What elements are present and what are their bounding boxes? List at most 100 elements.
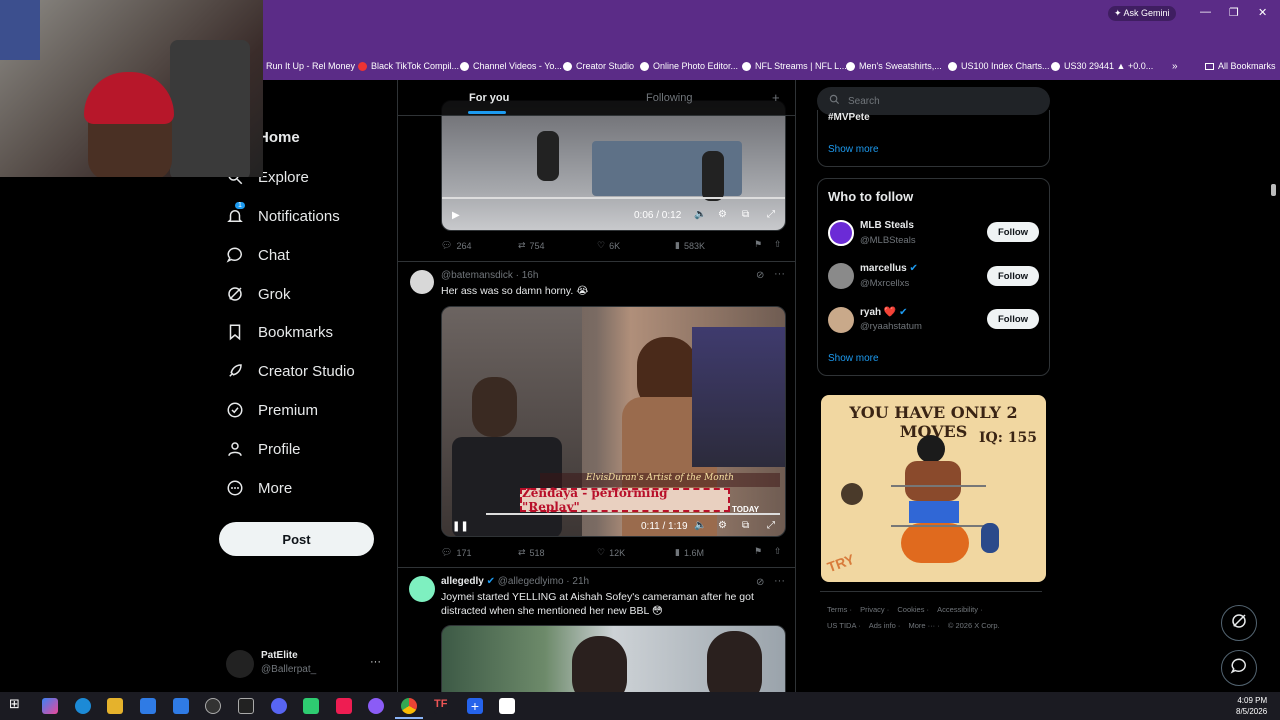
bookmark-icon[interactable]: ⚑	[754, 546, 762, 557]
trend-item[interactable]: #MVPete	[828, 112, 870, 123]
mail-icon[interactable]	[173, 698, 189, 714]
minimize-icon[interactable]: —	[1200, 6, 1211, 18]
like-button[interactable]: ♡ 6K	[597, 240, 620, 251]
grok-icon[interactable]: ⊘	[756, 577, 764, 588]
nav-item-bookmarks[interactable]: Bookmarks	[226, 323, 333, 341]
footer-link[interactable]: US TIDA	[827, 621, 856, 630]
follow-button[interactable]: Follow	[987, 222, 1039, 242]
follow-button[interactable]: Follow	[987, 309, 1039, 329]
grok-fab-button[interactable]	[1221, 605, 1257, 641]
nav-item-grok[interactable]: Grok	[226, 285, 291, 303]
grok-icon[interactable]: ⊘	[756, 270, 764, 281]
tweet-video[interactable]: ▶ 0:06 / 0:12 🔈 ⚙ ⧉ ⤢	[441, 100, 786, 231]
taskbar-clock[interactable]: 4:09 PM 8/5/2026	[1236, 695, 1267, 717]
nav-item-more[interactable]: More	[226, 479, 292, 497]
chrome-icon[interactable]	[401, 698, 417, 714]
bookmark-item[interactable]: US100 Index Charts...	[948, 61, 1050, 71]
epic-games-icon[interactable]	[238, 698, 254, 714]
show-more-link[interactable]: Show more	[828, 353, 879, 364]
bookmark-item[interactable]: Channel Videos - Yo...	[460, 61, 562, 71]
avatar[interactable]	[828, 263, 854, 289]
close-icon[interactable]: ✕	[1258, 6, 1267, 19]
bookmark-icon[interactable]: ⚑	[754, 239, 762, 250]
avatar[interactable]	[409, 576, 435, 602]
suggestion-name[interactable]: MLB Steals	[860, 220, 914, 231]
footer-link[interactable]: Terms	[827, 605, 847, 614]
bookmark-item[interactable]: Men's Sweatshirts,...	[846, 61, 942, 71]
post-button[interactable]: Post	[219, 522, 374, 556]
footer-link[interactable]: Cookies	[897, 605, 924, 614]
store-icon[interactable]	[140, 698, 156, 714]
views-button[interactable]: ▮ 583K	[675, 240, 705, 251]
app-icon[interactable]	[303, 698, 319, 714]
tweet-author[interactable]: allegedly ✔ @allegedlyimo · 21h	[441, 576, 589, 587]
bookmark-item[interactable]: Online Photo Editor...	[640, 61, 738, 71]
discord-icon[interactable]	[271, 698, 287, 714]
fullscreen-icon[interactable]: ⤢	[767, 209, 775, 220]
app-icon[interactable]: +	[467, 698, 483, 714]
play-icon[interactable]: ▶	[452, 210, 460, 221]
video-progress[interactable]	[442, 197, 785, 199]
tab-for-you[interactable]: For you	[469, 92, 509, 104]
tweet-video[interactable]	[441, 625, 786, 692]
windows-start-icon[interactable]: ⊞	[9, 696, 25, 712]
account-switcher[interactable]: PatElite @Ballerpat_ ···	[226, 648, 386, 680]
nav-item-chat[interactable]: Chat	[226, 246, 290, 264]
nav-item-premium[interactable]: Premium	[226, 401, 318, 419]
avatar[interactable]	[828, 220, 854, 246]
reply-button[interactable]: 💬︎ 171	[441, 547, 471, 558]
all-bookmarks-item[interactable]: All Bookmarks	[1205, 61, 1276, 71]
suggestion-name[interactable]: marcellus ✔	[860, 263, 918, 274]
follow-button[interactable]: Follow	[987, 266, 1039, 286]
add-tab-button[interactable]: +	[772, 90, 780, 105]
bookmark-item[interactable]: NFL Streams | NFL L...	[742, 61, 847, 71]
bookmark-item[interactable]: Black TikTok Compil...	[358, 61, 459, 71]
footer-link[interactable]: More ···	[909, 621, 936, 630]
volume-icon[interactable]: 🔈	[694, 209, 706, 220]
pip-icon[interactable]: ⧉	[742, 520, 749, 531]
edge-icon[interactable]	[75, 698, 91, 714]
tweet-handle-time[interactable]: @batemansdick · 16h	[441, 270, 538, 281]
pip-icon[interactable]: ⧉	[742, 209, 749, 220]
restore-icon[interactable]: ❐	[1229, 6, 1239, 19]
promoted-ad[interactable]: YOU HAVE ONLY 2 MOVES IQ: 155 TRY	[821, 395, 1046, 582]
steam-icon[interactable]	[205, 698, 221, 714]
app-icon[interactable]	[368, 698, 384, 714]
share-icon[interactable]: ⇧	[774, 239, 782, 250]
nav-item-notifications[interactable]: 1 Notifications	[226, 202, 340, 225]
messages-fab-button[interactable]	[1221, 650, 1257, 686]
fullscreen-icon[interactable]: ⤢	[767, 520, 775, 531]
bookmark-item[interactable]: Run It Up - Rel Money	[266, 61, 355, 71]
bookmark-item[interactable]: Creator Studio	[563, 61, 634, 71]
more-icon[interactable]: ···	[774, 575, 785, 587]
like-button[interactable]: ♡ 12K	[597, 547, 625, 558]
tiktok-icon[interactable]	[336, 698, 352, 714]
suggestion-name[interactable]: ryah ❤️ ✔	[860, 307, 908, 318]
show-more-link[interactable]: Show more	[828, 144, 879, 155]
bookmarks-overflow-icon[interactable]: »	[1172, 61, 1178, 72]
repost-button[interactable]: ⇄ 518	[518, 547, 545, 558]
tab-following[interactable]: Following	[646, 92, 692, 104]
footer-link[interactable]: Accessibility	[937, 605, 978, 614]
footer-link[interactable]: Ads info	[869, 621, 896, 630]
pause-icon[interactable]: ❚❚	[452, 521, 469, 532]
video-progress[interactable]	[486, 513, 780, 515]
app-icon[interactable]: TF	[434, 698, 450, 714]
more-icon[interactable]: ···	[774, 268, 785, 280]
reply-button[interactable]: 💬︎ 264	[441, 240, 471, 251]
ask-gemini-button[interactable]: ✦ Ask Gemini	[1108, 6, 1176, 21]
volume-icon[interactable]: 🔈	[694, 520, 706, 531]
tweet-video[interactable]: ElvisDuran's Artist of the Month Zendaya…	[441, 306, 786, 537]
repost-button[interactable]: ⇄ 754	[518, 240, 545, 251]
nav-item-creator-studio[interactable]: Creator Studio	[226, 362, 355, 380]
app-icon[interactable]	[499, 698, 515, 714]
share-icon[interactable]: ⇧	[774, 546, 782, 557]
copilot-icon[interactable]	[42, 698, 58, 714]
nav-item-profile[interactable]: Profile	[226, 440, 301, 458]
file-explorer-icon[interactable]	[107, 698, 123, 714]
footer-link[interactable]: Privacy	[860, 605, 885, 614]
scrollbar-thumb[interactable]	[1271, 184, 1276, 196]
avatar[interactable]	[828, 307, 854, 333]
views-button[interactable]: ▮ 1.6M	[675, 547, 704, 558]
settings-icon[interactable]: ⚙	[718, 520, 727, 531]
